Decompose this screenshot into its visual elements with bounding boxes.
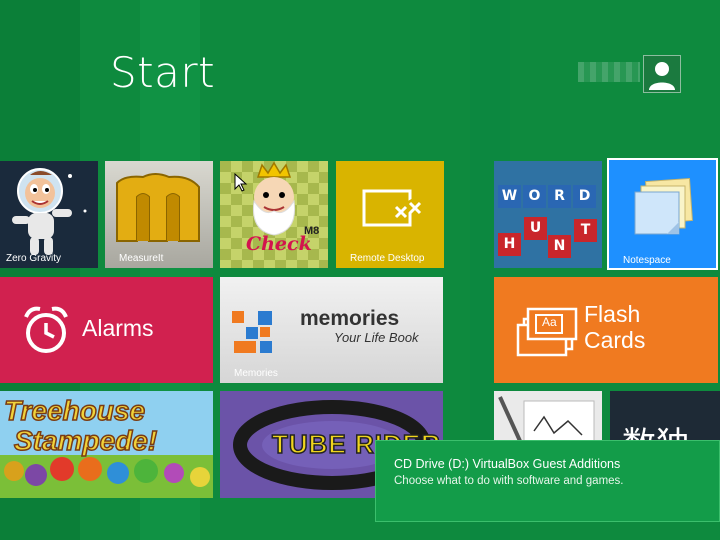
page-title: Start bbox=[110, 48, 216, 97]
word-hunt-letter: U bbox=[524, 217, 547, 240]
word-hunt-letter: D bbox=[573, 185, 596, 208]
treehouse-logo-line1: Treehouse bbox=[3, 394, 146, 427]
word-hunt-letter: H bbox=[498, 233, 521, 256]
treehouse-logo-line2: Stampede! bbox=[13, 424, 158, 457]
tile-alarms[interactable]: Alarms bbox=[0, 277, 213, 383]
mouse-cursor-icon bbox=[234, 173, 248, 192]
word-hunt-letter: N bbox=[548, 235, 571, 258]
tile-title-line2: Cards bbox=[584, 327, 646, 353]
tile-label: Remote Desktop bbox=[350, 253, 425, 264]
user-name-pixelated[interactable] bbox=[578, 62, 640, 82]
flash-cards-icon bbox=[516, 307, 578, 357]
tile-label: Zero Gravity bbox=[6, 253, 62, 264]
tile-remote-desktop[interactable]: Remote Desktop bbox=[336, 161, 444, 268]
tile-measureit[interactable]: MeasureIt bbox=[105, 161, 213, 268]
tile-memories[interactable]: memories Your Life Book Memories bbox=[220, 277, 443, 383]
user-icon bbox=[649, 62, 675, 90]
tile-notespace[interactable]: Notespace bbox=[607, 158, 718, 270]
checkm8-logo-sup: M8 bbox=[304, 225, 320, 237]
animals-icon bbox=[4, 457, 210, 487]
measureit-logo-icon bbox=[116, 173, 200, 242]
remote-desktop-icon bbox=[362, 189, 422, 227]
word-hunt-letter: O bbox=[523, 185, 546, 208]
toast-message: Choose what to do with software and game… bbox=[394, 475, 624, 487]
tile-title: Alarms bbox=[82, 315, 154, 341]
tile-treehouse-stampede[interactable]: Treehouse Stampede! bbox=[0, 391, 213, 498]
tile-label: MeasureIt bbox=[119, 253, 164, 264]
toast-title: CD Drive (D:) VirtualBox Guest Additions bbox=[394, 457, 621, 471]
tile-label: Notespace bbox=[623, 255, 671, 266]
checkm8-logo-text: Check bbox=[246, 233, 312, 255]
memories-tagline: Your Life Book bbox=[334, 330, 419, 345]
tile-label: Memories bbox=[234, 368, 278, 379]
sticky-notes-icon bbox=[634, 177, 693, 235]
word-hunt-letter: W bbox=[498, 185, 521, 208]
astronaut-icon bbox=[12, 168, 87, 255]
tile-flash-cards[interactable]: Aa Flash Cards bbox=[494, 277, 718, 383]
tile-zero-gravity[interactable]: Zero Gravity bbox=[0, 161, 98, 268]
alarm-clock-icon bbox=[24, 306, 68, 353]
toast-notification[interactable]: CD Drive (D:) VirtualBox Guest Additions… bbox=[375, 440, 720, 522]
word-hunt-letter: T bbox=[574, 219, 597, 242]
flash-icon-text: Aa bbox=[542, 315, 557, 329]
user-avatar[interactable] bbox=[643, 55, 681, 93]
tile-title-line1: Flash bbox=[584, 301, 641, 327]
memories-logo-icon bbox=[232, 311, 272, 353]
word-hunt-letter: R bbox=[548, 185, 571, 208]
tile-word-hunt[interactable]: W O R D H U N T bbox=[494, 161, 602, 268]
memories-brand: memories bbox=[300, 307, 400, 330]
